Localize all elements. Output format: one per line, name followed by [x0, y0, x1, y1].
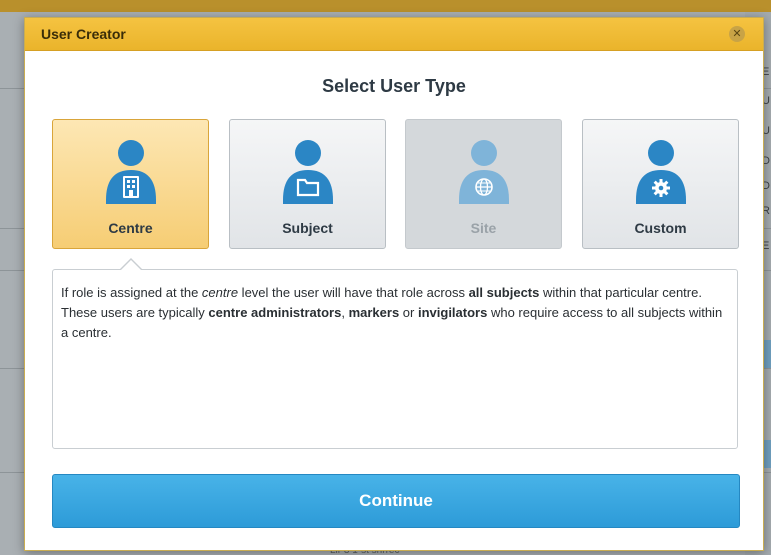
user-type-subject-card[interactable]: Subject — [229, 119, 386, 249]
description-part-bold: all subjects — [468, 285, 540, 300]
continue-button[interactable]: Continue — [52, 474, 740, 528]
dialog-header: User Creator ✕ — [25, 18, 763, 51]
description-pointer-fill — [121, 260, 141, 270]
user-folder-icon — [283, 140, 333, 204]
user-gear-icon — [636, 140, 686, 204]
user-type-label: Subject — [282, 220, 333, 236]
user-type-label: Site — [470, 220, 497, 236]
description-part: or — [399, 305, 418, 320]
description-part: , — [341, 305, 349, 320]
dialog-title: User Creator — [41, 26, 126, 42]
user-building-icon — [106, 140, 156, 204]
description-part-bold: centre administrators — [208, 305, 342, 320]
user-type-custom-card[interactable]: Custom — [582, 119, 739, 249]
user-type-label: Custom — [634, 220, 687, 236]
description-box: If role is assigned at the centre level … — [52, 269, 738, 449]
background-topbar — [0, 0, 771, 12]
description-text: If role is assigned at the centre level … — [61, 283, 733, 343]
user-creator-dialog: User Creator ✕ Select User Type Centre S… — [24, 17, 764, 551]
description-part-bold: markers — [348, 305, 400, 320]
description-part: level the user will have that role acros… — [238, 285, 469, 300]
description-part: If role is assigned at the — [61, 285, 202, 300]
description-part-bold: invigilators — [417, 305, 488, 320]
user-type-site-card: Site — [405, 119, 562, 249]
description-part-italic: centre — [201, 285, 239, 300]
user-type-centre-card[interactable]: Centre — [52, 119, 209, 249]
close-icon[interactable]: ✕ — [729, 26, 745, 42]
user-type-label: Centre — [108, 220, 153, 236]
user-globe-icon — [459, 140, 509, 204]
section-title: Select User Type — [322, 76, 466, 96]
